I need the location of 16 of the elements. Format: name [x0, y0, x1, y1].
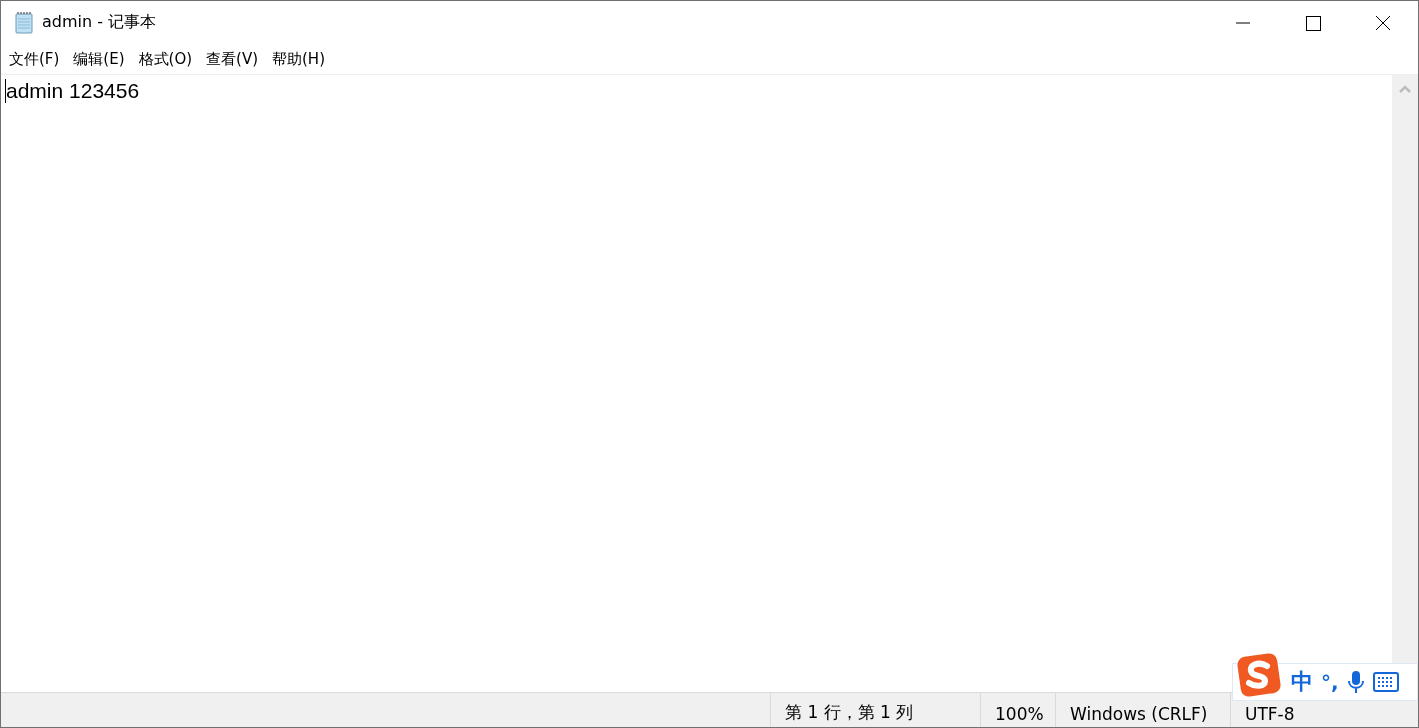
menu-item[interactable]: 查看(V): [202, 47, 262, 71]
microphone-icon[interactable]: [1346, 670, 1365, 694]
input-method-logo-icon[interactable]: [1235, 653, 1283, 697]
menu-item[interactable]: 编辑(E): [69, 47, 129, 71]
keyboard-icon[interactable]: [1372, 672, 1399, 692]
status-field: Windows (CRLF): [1056, 693, 1231, 727]
punctuation-toggle[interactable]: °,: [1321, 670, 1339, 694]
maximize-icon[interactable]: [1305, 14, 1321, 31]
menu-item[interactable]: 格式(O): [134, 47, 197, 71]
close-icon[interactable]: [1375, 14, 1391, 31]
window-title: admin - 记事本: [42, 12, 158, 33]
menu-item[interactable]: 文件(F): [5, 47, 64, 71]
menu-item[interactable]: 帮助(H): [268, 47, 329, 71]
status-field: 100%: [981, 693, 1056, 727]
notepad-icon: [13, 11, 35, 34]
status-field: 第 1 行，第 1 列: [771, 693, 981, 727]
